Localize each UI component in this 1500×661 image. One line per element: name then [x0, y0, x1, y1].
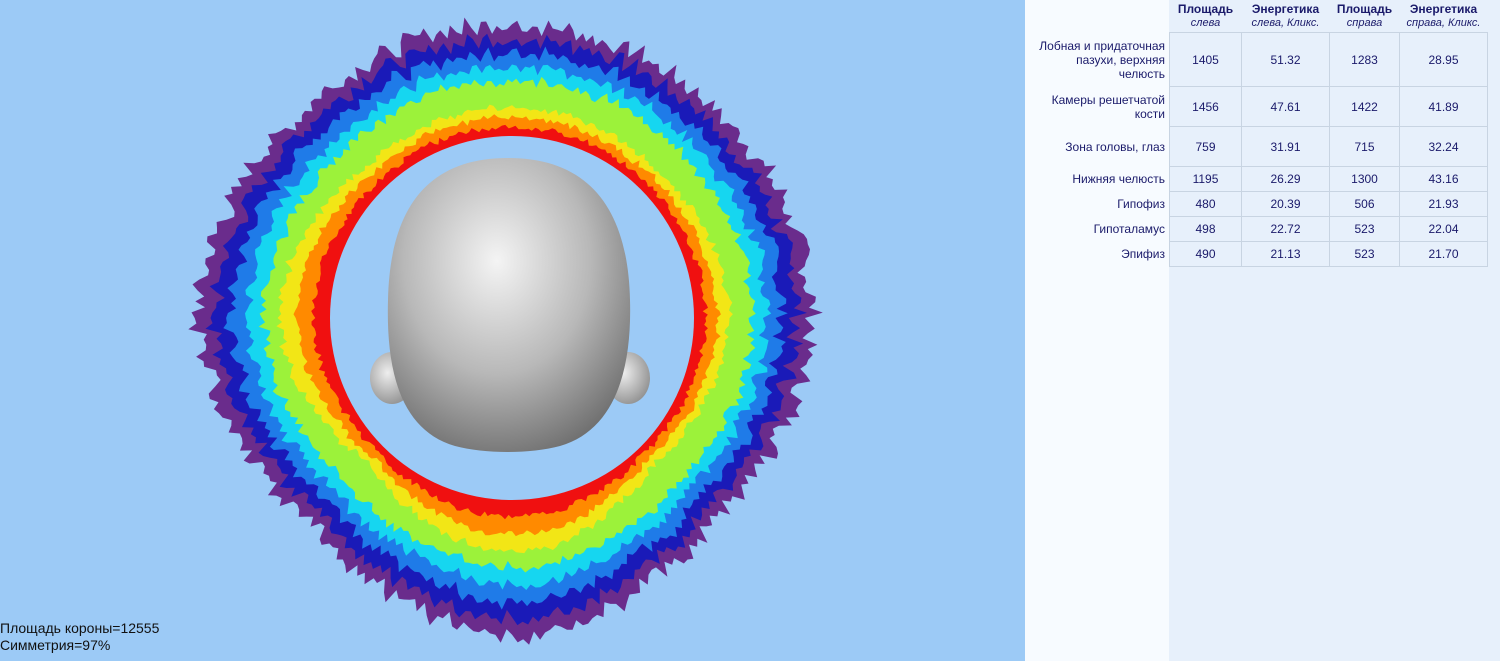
table-row: Нижняя челюсть 1195 26.29 1300 43.16 — [1025, 166, 1488, 192]
table-row: Эпифиз 490 21.13 523 21.70 — [1025, 241, 1488, 267]
col-area-left: Площадь слева — [1177, 2, 1234, 29]
table-row: Гипофиз 480 20.39 506 21.93 — [1025, 191, 1488, 217]
table-row: Лобная и придаточная пазухи, верхняя чел… — [1025, 32, 1488, 87]
table-row: Зона головы, глаз 759 31.91 715 32.24 — [1025, 126, 1488, 167]
table-row: Гипоталамус 498 22.72 523 22.04 — [1025, 216, 1488, 242]
col-energy-right: Энергетика справа, Кликс. — [1406, 2, 1481, 29]
col-energy-left: Энергетика слева, Кликс. — [1251, 2, 1320, 29]
head-shape — [387, 158, 631, 452]
table-header-row: Площадь слева Энергетика слева, Кликс. П… — [1025, 0, 1488, 33]
aura-viewport[interactable]: Площадь короны=12555 Симметрия=97% — [0, 0, 1025, 661]
crown-stats: Площадь короны=12555 Симметрия=97% — [0, 620, 159, 654]
crown-area-label: Площадь короны=12555 — [0, 620, 160, 636]
results-panel: Площадь слева Энергетика слева, Кликс. П… — [1025, 0, 1500, 661]
table-row: Камеры решетчатой кости 1456 47.61 1422 … — [1025, 86, 1488, 127]
aura-visualization — [188, 17, 823, 645]
symmetry-label: Симметрия=97% — [0, 637, 111, 653]
zones-table: Площадь слева Энергетика слева, Кликс. П… — [1025, 0, 1488, 267]
col-area-right: Площадь справа — [1336, 2, 1393, 29]
